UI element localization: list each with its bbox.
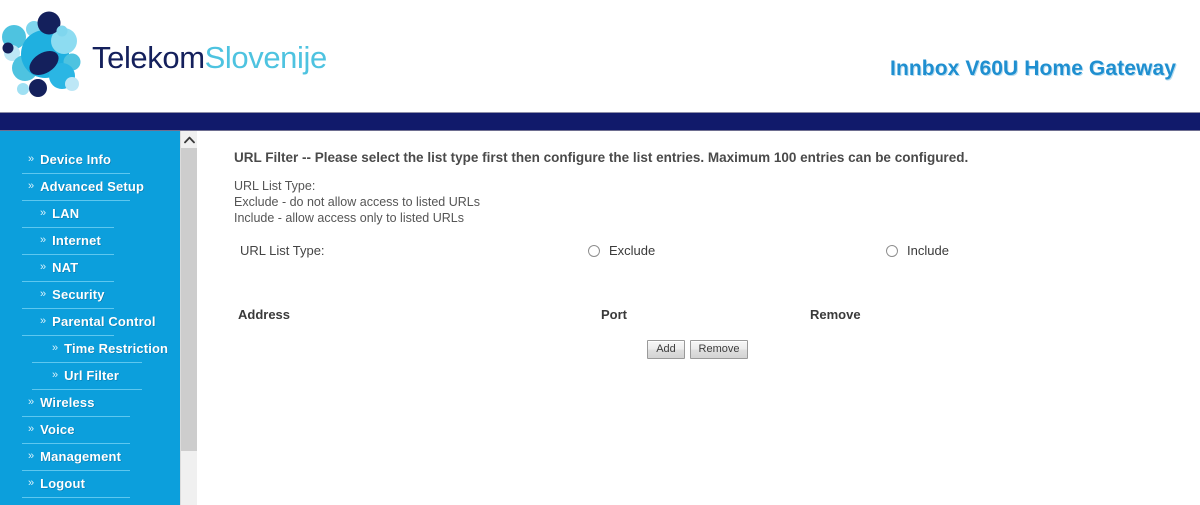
- sidebar-item-time-restriction[interactable]: » Time Restriction: [0, 338, 180, 365]
- sidebar-item-label: LAN: [52, 205, 80, 221]
- sidebar-item-underline: [22, 173, 130, 174]
- sidebar-item-label: Security: [52, 286, 105, 302]
- page-body: » Device Info » Advanced Setup » LAN » Internet…: [0, 131, 1200, 505]
- radio-option-include[interactable]: Include: [886, 243, 949, 258]
- sidebar-item-underline: [32, 362, 142, 363]
- page-intro-text: URL Filter -- Please select the list typ…: [234, 150, 969, 165]
- sidebar-item-url-filter[interactable]: » Url Filter: [0, 365, 180, 392]
- sidebar-item-underline: [22, 200, 130, 201]
- list-type-row: URL List Type: Exclude Include: [198, 241, 1200, 267]
- url-filter-table-header: Address Port Remove: [198, 307, 1200, 325]
- sidebar-item-label: Wireless: [40, 394, 95, 410]
- brand-logo[interactable]: TelekomSlovenije: [0, 6, 327, 106]
- brand-wordmark: TelekomSlovenije: [92, 40, 327, 76]
- sidebar-item-label: NAT: [52, 259, 79, 275]
- sidebar-item-nat[interactable]: » NAT: [0, 257, 180, 284]
- remove-button[interactable]: Remove: [690, 340, 748, 359]
- scrollbar-up-arrow-button[interactable]: [181, 131, 197, 148]
- sidebar-item-label: Advanced Setup: [40, 178, 145, 194]
- page-header: TelekomSlovenije Innbox V60U Home Gatewa…: [0, 0, 1200, 112]
- sidebar-item-underline: [22, 443, 130, 444]
- radio-include-input[interactable]: [886, 244, 898, 257]
- device-model-title: Innbox V60U Home Gateway: [890, 57, 1176, 80]
- chevron-right-icon: »: [28, 476, 35, 489]
- chevron-right-icon: »: [40, 287, 47, 300]
- brand-wordmark-secondary: Slovenije: [204, 40, 328, 75]
- scrollbar-track[interactable]: [181, 451, 197, 505]
- brand-wordmark-primary: Telekom: [92, 40, 205, 75]
- sidebar-item-underline: [32, 389, 142, 390]
- sidebar-item-underline: [22, 227, 114, 228]
- chevron-right-icon: »: [40, 206, 47, 219]
- sidebar-scrollbar[interactable]: [180, 131, 197, 505]
- sidebar-item-label: Url Filter: [64, 367, 120, 383]
- chevron-right-icon: »: [40, 233, 47, 246]
- chevron-right-icon: »: [28, 179, 35, 192]
- sidebar-item-internet[interactable]: » Internet: [0, 230, 180, 257]
- sidebar-item-lan[interactable]: » LAN: [0, 203, 180, 230]
- scrollbar-thumb[interactable]: [181, 148, 197, 451]
- column-header-address: Address: [238, 307, 291, 322]
- sidebar-item-label: Management: [40, 448, 122, 464]
- radio-exclude-input[interactable]: [588, 244, 600, 257]
- radio-include-label: Include: [907, 243, 949, 258]
- list-type-description: URL List Type: Exclude - do not allow ac…: [234, 178, 480, 226]
- sidebar-item-management[interactable]: » Management: [0, 446, 180, 473]
- chevron-right-icon: »: [28, 449, 35, 462]
- sidebar-item-underline: [22, 281, 114, 282]
- sidebar-item-label: Parental Control: [52, 313, 156, 329]
- sidebar-item-underline: [22, 335, 114, 336]
- sidebar-item-underline: [22, 497, 130, 498]
- sidebar-item-label: Time Restriction: [64, 340, 169, 356]
- sidebar-item-security[interactable]: » Security: [0, 284, 180, 311]
- sidebar-item-parental-control[interactable]: » Parental Control: [0, 311, 180, 338]
- chevron-up-icon: [183, 136, 195, 143]
- navigation-bar: [0, 112, 1200, 131]
- sidebar-item-voice[interactable]: » Voice: [0, 419, 180, 446]
- sidebar-menu: » Device Info » Advanced Setup » LAN » Internet…: [0, 131, 180, 505]
- chevron-right-icon: »: [52, 368, 59, 381]
- telekom-slovenije-bubbles-logo-icon: [2, 11, 81, 97]
- main-content: URL Filter -- Please select the list typ…: [198, 131, 1200, 505]
- chevron-right-icon: »: [52, 341, 59, 354]
- description-line-2: Exclude - do not allow access to listed …: [234, 195, 480, 209]
- sidebar-item-underline: [22, 308, 114, 309]
- chevron-right-icon: »: [28, 152, 35, 165]
- sidebar-item-underline: [22, 254, 114, 255]
- chevron-right-icon: »: [40, 260, 47, 273]
- chevron-right-icon: »: [28, 395, 35, 408]
- table-action-buttons: Add Remove: [647, 340, 748, 359]
- sidebar-item-label: Voice: [40, 421, 75, 437]
- chevron-right-icon: »: [40, 314, 47, 327]
- list-type-label: URL List Type:: [240, 243, 325, 258]
- sidebar-item-label: Device Info: [40, 151, 112, 167]
- column-header-remove: Remove: [810, 307, 861, 322]
- radio-exclude-label: Exclude: [609, 243, 656, 258]
- chevron-right-icon: »: [28, 422, 35, 435]
- sidebar-item-device-info[interactable]: » Device Info: [0, 149, 180, 176]
- sidebar-item-advanced-setup[interactable]: » Advanced Setup: [0, 176, 180, 203]
- sidebar-item-logout[interactable]: » Logout: [0, 473, 180, 500]
- column-header-port: Port: [601, 307, 627, 322]
- add-button[interactable]: Add: [647, 340, 685, 359]
- sidebar-item-underline: [22, 470, 130, 471]
- description-line-3: Include - allow access only to listed UR…: [234, 211, 464, 225]
- sidebar-item-wireless[interactable]: » Wireless: [0, 392, 180, 419]
- sidebar-item-underline: [22, 416, 130, 417]
- description-line-1: URL List Type:: [234, 179, 316, 193]
- sidebar-item-label: Internet: [52, 232, 101, 248]
- radio-option-exclude[interactable]: Exclude: [588, 243, 655, 258]
- sidebar-item-label: Logout: [40, 475, 86, 491]
